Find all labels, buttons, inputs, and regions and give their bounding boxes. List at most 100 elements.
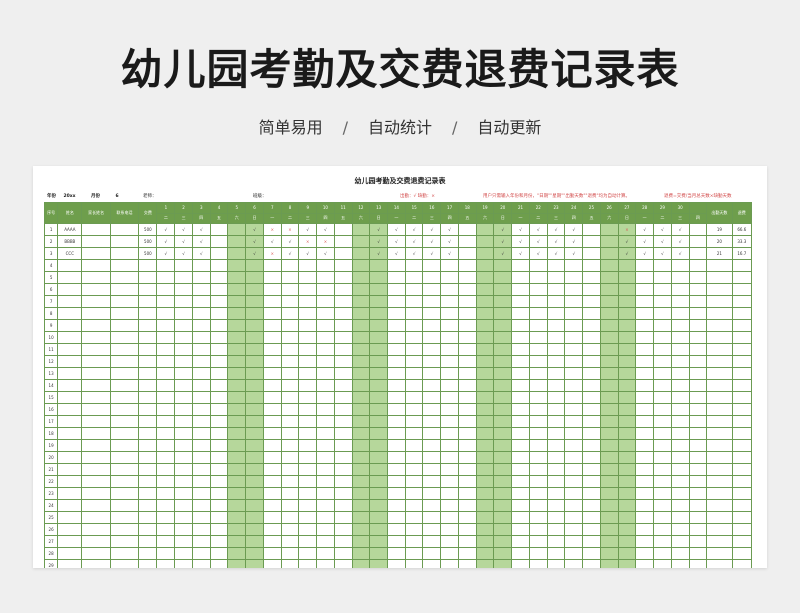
attendance-cell[interactable] (156, 451, 176, 464)
attendance-cell[interactable] (174, 559, 193, 568)
attendance-cell[interactable] (156, 307, 176, 320)
attendance-cell[interactable] (156, 271, 176, 284)
attendance-cell[interactable] (156, 295, 176, 308)
attendance-cell[interactable] (298, 475, 318, 488)
attendance-cell[interactable] (262, 343, 282, 356)
attendance-cell[interactable] (227, 391, 247, 404)
attendance-cell[interactable] (457, 295, 477, 308)
attendance-cell[interactable] (191, 415, 211, 428)
attendance-cell[interactable] (493, 487, 513, 500)
attendance-cell[interactable] (174, 511, 193, 524)
attendance-cell[interactable] (298, 487, 318, 500)
attendance-cell[interactable] (511, 463, 530, 476)
attendance-cell[interactable] (191, 355, 211, 368)
attendance-cell[interactable] (174, 475, 193, 488)
attendance-cell[interactable]: √ (635, 247, 655, 260)
attendance-cell[interactable] (617, 259, 637, 272)
attendance-cell[interactable] (670, 283, 690, 296)
attendance-cell[interactable] (653, 451, 672, 464)
attendance-cell[interactable] (546, 295, 566, 308)
empty-cell[interactable] (81, 451, 111, 464)
student-name[interactable]: AAAA (57, 223, 83, 236)
attendance-cell[interactable] (245, 451, 264, 464)
empty-cell[interactable] (138, 391, 158, 404)
attendance-cell[interactable] (457, 415, 477, 428)
attendance-cell[interactable] (174, 259, 193, 272)
attendance-cell[interactable] (351, 319, 371, 332)
attendance-cell[interactable] (688, 547, 708, 560)
attendance-cell[interactable] (688, 427, 708, 440)
attendance-cell[interactable]: √ (528, 235, 548, 248)
attendance-cell[interactable] (475, 283, 495, 296)
attendance-cell[interactable] (387, 307, 406, 320)
attendance-cell[interactable] (280, 463, 300, 476)
attendance-cell[interactable] (528, 559, 548, 568)
attendance-cell[interactable] (191, 439, 211, 452)
attendance-cell[interactable] (617, 367, 637, 380)
attendance-cell[interactable] (546, 511, 566, 524)
attendance-cell[interactable] (617, 391, 637, 404)
attendance-cell[interactable] (156, 511, 176, 524)
attendance-cell[interactable] (546, 271, 566, 284)
attendance-cell[interactable] (653, 487, 672, 500)
attendance-cell[interactable] (262, 355, 282, 368)
attendance-cell[interactable] (351, 295, 371, 308)
attendance-cell[interactable] (316, 271, 335, 284)
attendance-cell[interactable] (191, 391, 211, 404)
empty-cell[interactable] (109, 403, 140, 416)
attendance-cell[interactable] (511, 259, 530, 272)
attendance-cell[interactable] (227, 295, 247, 308)
attendance-cell[interactable] (422, 319, 442, 332)
attendance-cell[interactable] (333, 367, 353, 380)
attendance-cell[interactable] (333, 355, 353, 368)
attendance-cell[interactable]: √ (670, 235, 690, 248)
attendance-cell[interactable] (582, 235, 601, 248)
attendance-cell[interactable] (369, 463, 389, 476)
attendance-cell[interactable]: √ (174, 235, 193, 248)
attendance-cell[interactable] (617, 283, 637, 296)
attendance-cell[interactable] (174, 367, 193, 380)
attendance-cell[interactable] (298, 499, 318, 512)
attendance-cell[interactable]: √ (245, 223, 264, 236)
attendance-cell[interactable] (511, 511, 530, 524)
attendance-cell[interactable] (316, 451, 335, 464)
attendance-cell[interactable] (191, 367, 211, 380)
empty-cell[interactable] (81, 331, 111, 344)
attendance-cell[interactable] (422, 355, 442, 368)
attendance-cell[interactable] (688, 295, 708, 308)
empty-cell[interactable] (57, 463, 83, 476)
empty-cell[interactable] (138, 331, 158, 344)
attendance-cell[interactable] (209, 535, 229, 548)
attendance-cell[interactable] (457, 547, 477, 560)
attendance-cell[interactable] (440, 535, 459, 548)
empty-cell[interactable] (57, 355, 83, 368)
attendance-cell[interactable] (653, 295, 672, 308)
attendance-cell[interactable] (457, 355, 477, 368)
attendance-cell[interactable] (457, 535, 477, 548)
attendance-cell[interactable] (670, 523, 690, 536)
attendance-cell[interactable] (457, 271, 477, 284)
attendance-cell[interactable] (493, 559, 513, 568)
attendance-cell[interactable] (369, 331, 389, 344)
attendance-cell[interactable] (564, 559, 584, 568)
attendance-cell[interactable] (670, 427, 690, 440)
attendance-cell[interactable] (280, 307, 300, 320)
empty-cell[interactable] (57, 391, 83, 404)
attendance-cell[interactable] (351, 415, 371, 428)
attendance-cell[interactable] (670, 451, 690, 464)
attendance-cell[interactable] (599, 511, 619, 524)
attendance-cell[interactable] (227, 523, 247, 536)
attendance-cell[interactable] (369, 343, 389, 356)
attendance-cell[interactable] (245, 439, 264, 452)
attendance-cell[interactable] (440, 283, 459, 296)
attendance-cell[interactable] (262, 403, 282, 416)
attendance-cell[interactable] (457, 259, 477, 272)
attendance-cell[interactable] (599, 223, 619, 236)
attendance-cell[interactable] (599, 283, 619, 296)
attendance-cell[interactable] (670, 379, 690, 392)
attendance-cell[interactable] (209, 379, 229, 392)
attendance-cell[interactable] (369, 319, 389, 332)
empty-cell[interactable] (81, 319, 111, 332)
empty-cell[interactable] (81, 403, 111, 416)
attendance-cell[interactable]: √ (387, 247, 406, 260)
